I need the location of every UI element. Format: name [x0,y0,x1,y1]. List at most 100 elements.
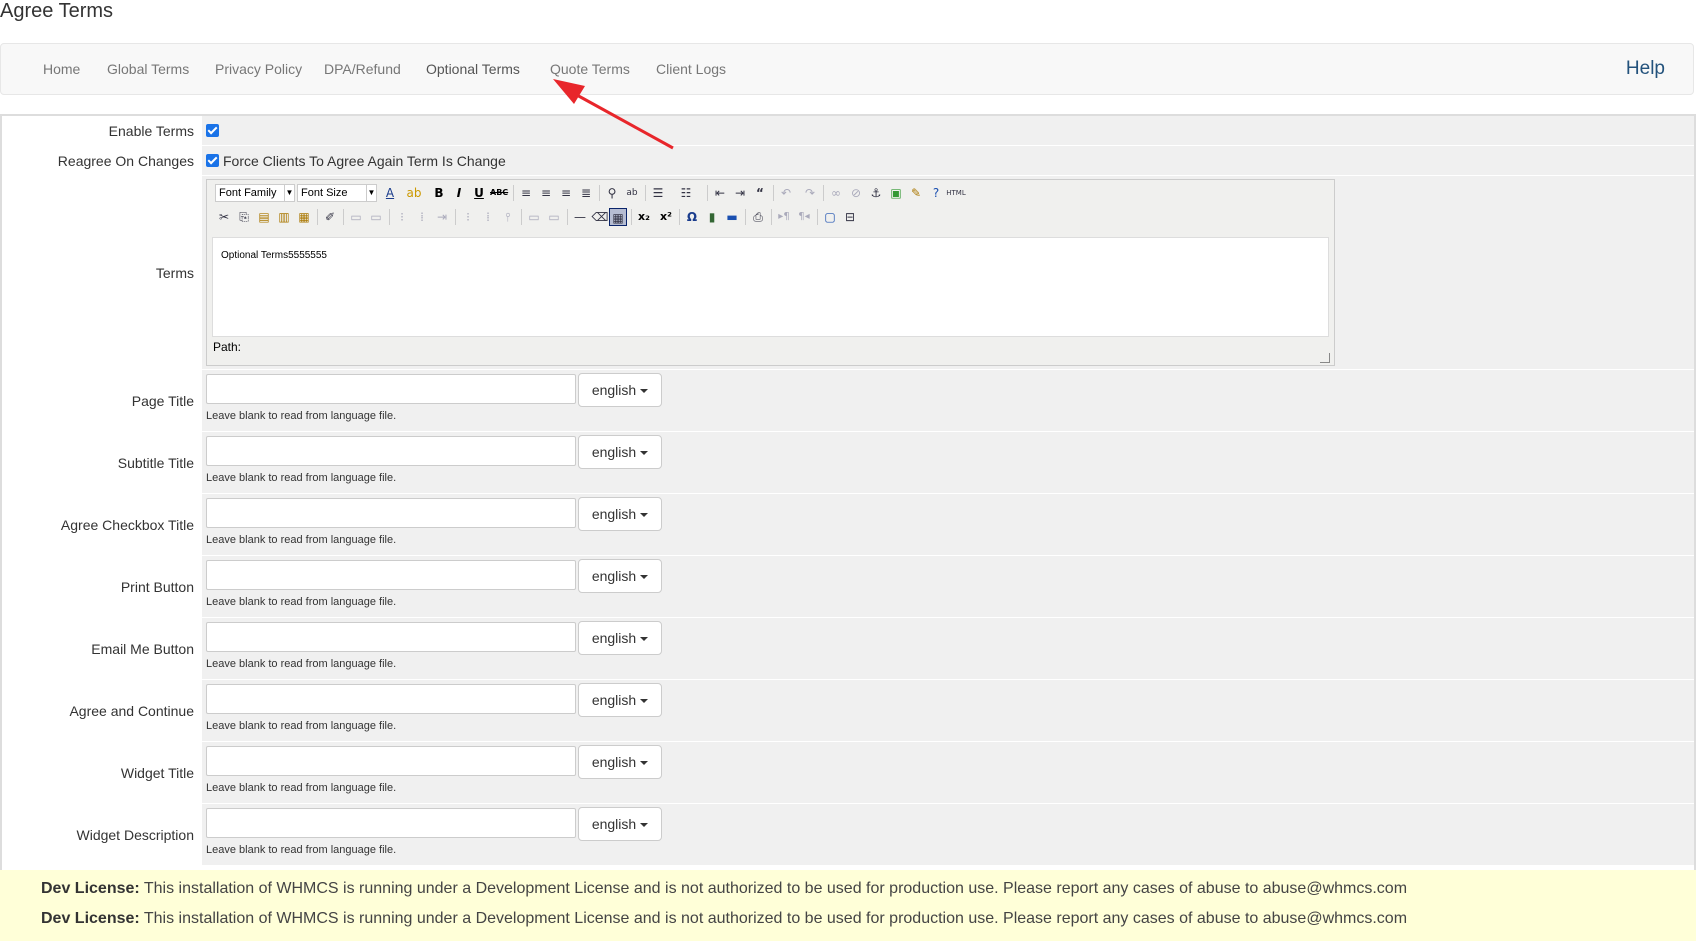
find-icon[interactable]: ⚲ [603,184,621,202]
hr-icon[interactable]: — [571,208,589,226]
eraser-icon[interactable]: ⌫ [591,208,609,226]
indent-icon[interactable]: ⇥ [731,184,749,202]
email-me-button-help-text: Leave blank to read from language file. [206,658,397,670]
caret-down-icon [640,513,649,518]
table-props-icon[interactable]: ▭ [367,208,385,226]
tab-optional-terms[interactable]: Optional Terms [426,44,520,94]
row-enable-terms: Enable Terms [2,116,1694,146]
table-icon[interactable]: ▭ [347,208,365,226]
subtitle-title-help-text: Leave blank to read from language file. [206,472,397,484]
highlight-color-icon[interactable]: ab [405,184,423,202]
copy-icon[interactable]: ⎘ [235,208,253,226]
email-me-button-input[interactable] [206,622,576,652]
enable-terms-checkbox[interactable] [206,124,219,137]
redo-icon[interactable]: ↷ [801,184,819,202]
unlink-icon[interactable]: ⊘ [847,184,865,202]
align-right-icon[interactable]: ≡ [557,184,575,202]
row-widget-description: Widget Description english Leave blank t… [2,804,1694,866]
bullet-list-icon[interactable]: ☰ [649,184,667,202]
agree-checkbox-title-label: Agree Checkbox Title [60,517,194,533]
pagebreak-icon[interactable]: ⊟ [841,208,859,226]
image-icon[interactable]: ▣ [887,184,905,202]
help-icon[interactable]: ? [927,184,945,202]
align-justify-icon[interactable]: ≣ [577,184,595,202]
widget-description-input[interactable] [206,808,576,838]
caret-down-icon [640,389,649,394]
undo-icon[interactable]: ↶ [777,184,795,202]
cleanup-icon[interactable]: ✎ [907,184,925,202]
paste-text-icon[interactable]: ▥ [275,208,293,226]
ltr-icon[interactable]: ▸¶ [775,208,793,226]
widget-description-help-text: Leave blank to read from language file. [206,844,397,856]
underline-icon[interactable]: U [470,184,488,202]
print-button-language-button[interactable]: english [578,559,662,593]
font-size-select[interactable]: Font Size ▼ [297,184,377,202]
print-icon[interactable]: ⎙ [749,208,767,226]
superscript-icon[interactable]: x² [657,208,675,226]
paste-word-icon[interactable]: ▦ [295,208,313,226]
print-button-input[interactable] [206,560,576,590]
widget-title-input[interactable] [206,746,576,776]
italic-icon[interactable]: I [450,184,468,202]
help-link[interactable]: Help [1626,44,1665,94]
align-left-icon[interactable]: ≡ [517,184,535,202]
tab-client-logs[interactable]: Client Logs [656,44,726,94]
strikethrough-icon[interactable]: ABC [490,184,508,202]
widget-title-language-button[interactable]: english [578,745,662,779]
layer-props-icon[interactable]: ▭ [545,208,563,226]
html-icon[interactable]: HTML [945,184,967,202]
caret-down-icon [640,575,649,580]
widget-description-language-button[interactable]: english [578,807,662,841]
tab-quote-terms[interactable]: Quote Terms [550,44,630,94]
subtitle-title-input[interactable] [206,436,576,466]
split-icon[interactable]: ⁞ [479,208,497,226]
link-icon[interactable]: ∞ [827,184,845,202]
outdent-icon[interactable]: ⇤ [711,184,729,202]
blockquote-icon[interactable]: “ [751,184,769,202]
edit-icon[interactable]: ✐ [321,208,339,226]
resize-handle-icon[interactable] [1320,353,1330,363]
tab-dpa-refund[interactable]: DPA/Refund [324,44,401,94]
insert-row-icon[interactable]: ⁞ [413,208,431,226]
tab-global-terms[interactable]: Global Terms [107,44,189,94]
agree-and-continue-language-button[interactable]: english [578,683,662,717]
paste-icon[interactable]: ▤ [255,208,273,226]
media-icon[interactable]: ▮ [703,208,721,226]
fullscreen-icon[interactable]: ▢ [821,208,839,226]
layer-icon[interactable]: ▭ [525,208,543,226]
advhr-icon[interactable]: ▬ [723,208,741,226]
merge-icon[interactable]: ⫯ [499,208,517,226]
anchor-icon[interactable]: ⚓ [867,184,885,202]
align-center-icon[interactable]: ≡ [537,184,555,202]
tab-home[interactable]: Home [43,44,80,94]
page-title-help-text: Leave blank to read from language file. [206,410,397,422]
subscript-icon[interactable]: x₂ [635,208,653,226]
agree-checkbox-title-language-button[interactable]: english [578,497,662,531]
reagree-checkbox[interactable] [206,154,219,167]
visual-aid-icon[interactable]: ▦ [609,208,627,226]
cut-icon[interactable]: ✂ [215,208,233,226]
agree-checkbox-title-input[interactable] [206,498,576,528]
font-color-icon[interactable]: A [381,184,399,202]
email-me-button-language-button[interactable]: english [578,621,662,655]
delete-row-icon[interactable]: ⇥ [433,208,451,226]
font-family-select[interactable]: Font Family ▼ [215,184,295,202]
replace-icon[interactable]: ab [623,184,641,202]
row-print-button: Print Button english Leave blank to read… [2,556,1694,618]
numbered-list-icon[interactable]: ☷ [677,184,695,202]
page-title-input[interactable] [206,374,576,404]
page-title-language-button[interactable]: english [578,373,662,407]
chevron-down-icon: ▼ [284,185,294,201]
bold-icon[interactable]: B [430,184,448,202]
page-title-label: Page Title [131,393,194,409]
row-subtitle-title: Subtitle Title english Leave blank to re… [2,432,1694,494]
tab-privacy-policy[interactable]: Privacy Policy [215,44,302,94]
rtl-icon[interactable]: ¶◂ [795,208,813,226]
charmap-icon[interactable]: Ω [683,208,701,226]
page-title: Agree Terms [0,0,114,22]
col-icon[interactable]: ⁝ [459,208,477,226]
row-props-icon[interactable]: ⁝ [393,208,411,226]
agree-and-continue-input[interactable] [206,684,576,714]
subtitle-title-language-button[interactable]: english [578,435,662,469]
editor-content-area[interactable]: Optional Terms5555555 [212,237,1329,337]
